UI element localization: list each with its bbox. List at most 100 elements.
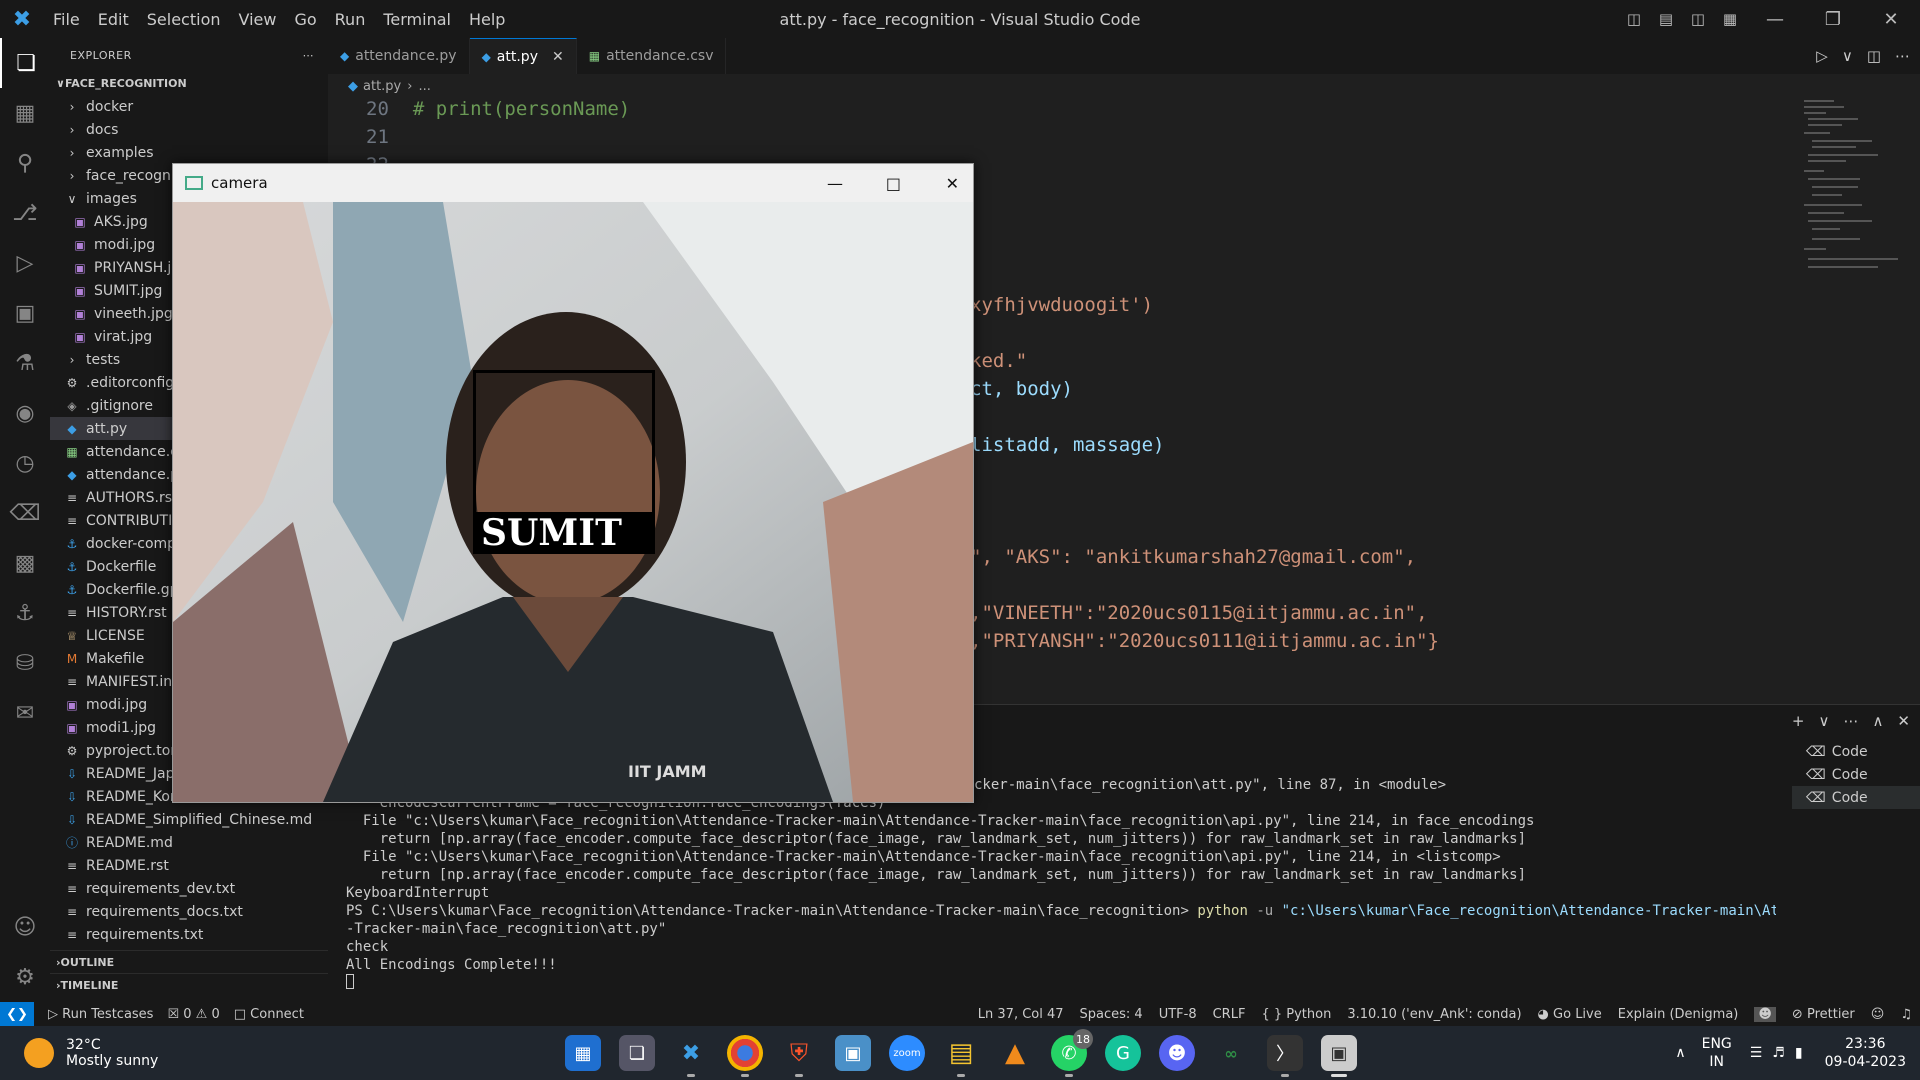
folder-item[interactable]: › docs	[50, 118, 328, 141]
feedback-icon[interactable]: ☺	[1871, 1007, 1885, 1022]
split-editor-icon[interactable]: ◫	[1867, 47, 1881, 65]
battery-icon[interactable]: ▮	[1795, 1045, 1803, 1061]
minimap[interactable]	[1792, 98, 1920, 704]
file-item[interactable]: ≡ requirements_dev.txt	[50, 877, 328, 900]
terminal-instance[interactable]: ⌫ Code	[1792, 786, 1920, 809]
explain-button[interactable]: Explain (Denigma)	[1618, 1007, 1739, 1022]
menu-view[interactable]: View	[239, 10, 277, 29]
edge-icon[interactable]: ◉	[0, 388, 50, 438]
minimize-icon[interactable]: —	[1746, 9, 1804, 30]
terminal-output[interactable]: cker-main\face_recognition\att.py", line…	[346, 776, 1776, 1000]
chevron-down-icon[interactable]: ∨	[1818, 712, 1829, 730]
testing-icon[interactable]: ⚗	[0, 338, 50, 388]
toggle-panel-icon[interactable]: ▤	[1650, 10, 1682, 28]
settings-gear-icon[interactable]: ⚙	[0, 952, 50, 1002]
chevron-down-icon[interactable]: ∨	[1842, 47, 1853, 65]
outline-section[interactable]: › OUTLINE	[50, 950, 328, 973]
terminal-icon[interactable]: ⌫	[0, 488, 50, 538]
whatsapp-icon[interactable]: ✆ 18	[1051, 1029, 1093, 1077]
maximize-panel-icon[interactable]: ∧	[1872, 712, 1883, 730]
clock[interactable]: 23:36 09-04-2023	[1825, 1035, 1906, 1071]
notifications-bell-icon[interactable]: ♫	[1900, 1007, 1912, 1022]
encoding[interactable]: UTF-8	[1159, 1007, 1197, 1022]
menu-run[interactable]: Run	[335, 10, 366, 29]
wifi-icon[interactable]: ☰	[1750, 1045, 1763, 1061]
menu-terminal[interactable]: Terminal	[383, 10, 451, 29]
menu-help[interactable]: Help	[469, 10, 505, 29]
run-testcases-button[interactable]: ▷ Run Testcases	[48, 1007, 153, 1022]
close-tab-icon[interactable]: ✕	[552, 49, 564, 65]
language-mode[interactable]: { } Python	[1261, 1007, 1331, 1022]
search-icon[interactable]: ⚲	[0, 138, 50, 188]
camera-minimize-icon[interactable]: —	[827, 164, 843, 202]
customize-layout-icon[interactable]: ▦	[1714, 10, 1746, 28]
camera-window[interactable]: camera — □ ✕ SUMIT IIT JAMM	[172, 163, 974, 803]
grammarly-icon[interactable]: G	[1105, 1035, 1141, 1071]
menu-selection[interactable]: Selection	[147, 10, 221, 29]
terminal-instance[interactable]: ⌫ Code	[1792, 740, 1920, 763]
breadcrumb-symbol[interactable]: ...	[418, 79, 430, 94]
end-of-line[interactable]: CRLF	[1213, 1007, 1246, 1022]
geeksforgeeks-icon[interactable]: ∞	[1213, 1035, 1249, 1071]
camera-close-icon[interactable]: ✕	[946, 164, 959, 202]
run-debug-icon[interactable]: ▷	[0, 238, 50, 288]
terminal-taskbar-icon[interactable]: 〉	[1267, 1035, 1303, 1077]
new-terminal-icon[interactable]: +	[1792, 712, 1805, 730]
file-item[interactable]: ⓘ README.md	[50, 831, 328, 854]
more-actions-icon[interactable]: ⋯	[1895, 47, 1910, 65]
docker-icon[interactable]: ⚓	[0, 588, 50, 638]
problems-indicator[interactable]: ☒ 0 ⚠ 0	[167, 1007, 219, 1022]
timeline-icon[interactable]: ◷	[0, 438, 50, 488]
file-item[interactable]: ≡ README.rst	[50, 854, 328, 877]
indentation[interactable]: Spaces: 4	[1080, 1007, 1143, 1022]
extensions-icon[interactable]: ▦	[0, 88, 50, 138]
explorer-icon[interactable]: ❏	[0, 38, 50, 88]
folder-item[interactable]: › examples	[50, 141, 328, 164]
menu-go[interactable]: Go	[294, 10, 316, 29]
vscode-taskbar-icon[interactable]: ✖	[673, 1035, 709, 1077]
remote-explorer-icon[interactable]: ▣	[0, 288, 50, 338]
menu-edit[interactable]: Edit	[98, 10, 129, 29]
tab-att-py[interactable]: ◆ att.py ✕	[469, 38, 577, 74]
timeline-section[interactable]: › TIMELINE	[50, 973, 328, 996]
close-icon[interactable]: ✕	[1862, 9, 1920, 30]
brave-icon[interactable]: ⛨	[781, 1035, 817, 1077]
go-live-button[interactable]: ◕ Go Live	[1538, 1007, 1602, 1022]
toggle-sidebar-icon[interactable]: ◫	[1618, 10, 1650, 28]
vlc-icon[interactable]: ▲	[997, 1035, 1033, 1071]
file-item[interactable]: ≡ requirements_docs.txt	[50, 900, 328, 923]
photos-icon[interactable]: ▣	[835, 1035, 871, 1071]
weather-widget[interactable]: 32°C Mostly sunny	[24, 1030, 158, 1076]
tab-attendance-csv[interactable]: ▦ attendance.csv	[576, 38, 727, 74]
camera-maximize-icon[interactable]: □	[886, 164, 901, 202]
volume-icon[interactable]: ♬	[1772, 1045, 1785, 1061]
source-control-icon[interactable]: ⎇	[0, 188, 50, 238]
account-icon[interactable]: ☺	[0, 902, 50, 952]
chrome-icon[interactable]	[727, 1035, 763, 1077]
cursor-position[interactable]: Ln 37, Col 47	[978, 1007, 1064, 1022]
file-item[interactable]: ⇩ README_Simplified_Chinese.md	[50, 808, 328, 831]
run-python-icon[interactable]: ▷	[1816, 47, 1828, 65]
prettier-button[interactable]: ⊘ Prettier	[1792, 1007, 1855, 1022]
more-actions-icon[interactable]: ⋯	[1843, 712, 1858, 730]
workspace-root[interactable]: ∨ FACE_RECOGNITION	[50, 72, 328, 95]
file-item[interactable]: ≡ requirements.txt	[50, 923, 328, 946]
chart-icon[interactable]: ▩	[0, 538, 50, 588]
close-panel-icon[interactable]: ✕	[1897, 712, 1910, 730]
file-explorer-icon[interactable]: ▤	[943, 1035, 979, 1077]
tab-attendance-py[interactable]: ◆ attendance.py	[328, 38, 470, 74]
menu-file[interactable]: File	[53, 10, 80, 29]
camera-taskbar-icon[interactable]: ▣	[1321, 1035, 1357, 1077]
restore-icon[interactable]: ❐	[1804, 9, 1862, 30]
zoom-icon[interactable]: zoom	[889, 1035, 925, 1071]
toggle-secondary-sidebar-icon[interactable]: ◫	[1682, 10, 1714, 28]
connect-button[interactable]: □ Connect	[234, 1007, 304, 1022]
breadcrumb-file[interactable]: att.py	[363, 79, 401, 94]
database-icon[interactable]: ⛁	[0, 638, 50, 688]
chevron-up-icon[interactable]: ∧	[1675, 1045, 1685, 1061]
discord-icon[interactable]: ☻	[1159, 1035, 1195, 1071]
remote-icon[interactable]: ❮❯	[0, 1002, 34, 1026]
python-interpreter[interactable]: 3.10.10 ('env_Ank': conda)	[1347, 1007, 1521, 1022]
folder-item[interactable]: › docker	[50, 95, 328, 118]
language-indicator[interactable]: ENG IN	[1702, 1035, 1732, 1071]
